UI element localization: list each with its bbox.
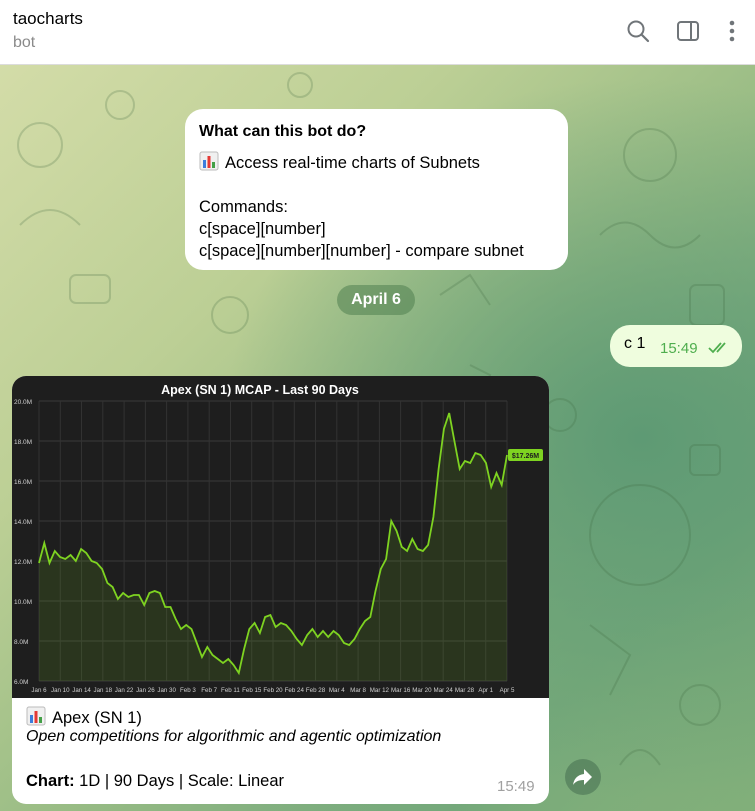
x-tick-label: Jan 18 bbox=[94, 687, 113, 694]
y-tick-label: 6.0M bbox=[14, 679, 28, 686]
search-icon[interactable] bbox=[625, 18, 651, 44]
read-checkmarks-icon bbox=[708, 342, 726, 354]
y-tick-label: 8.0M bbox=[14, 639, 28, 646]
more-vertical-icon[interactable] bbox=[719, 18, 745, 44]
outgoing-text: c 1 bbox=[624, 335, 646, 352]
x-tick-label: Jan 26 bbox=[136, 687, 155, 694]
x-tick-label: Mar 24 bbox=[434, 687, 454, 694]
y-tick-label: 10.0M bbox=[14, 599, 32, 606]
x-tick-label: Mar 8 bbox=[350, 687, 366, 694]
x-tick-label: Feb 28 bbox=[306, 687, 326, 694]
x-tick-label: Jan 22 bbox=[115, 687, 134, 694]
bar-chart-icon bbox=[26, 706, 46, 726]
x-tick-label: Jan 30 bbox=[157, 687, 176, 694]
y-tick-label: 18.0M bbox=[14, 439, 32, 446]
chat-subtitle: bot bbox=[13, 34, 36, 51]
message-title: Apex (SN 1) bbox=[26, 706, 142, 728]
chat-header: taocharts bot bbox=[0, 0, 755, 65]
last-value-label: $17.26M bbox=[512, 453, 539, 460]
x-tick-label: Feb 15 bbox=[242, 687, 262, 694]
meta-label: Chart: bbox=[26, 772, 75, 790]
x-tick-label: Mar 28 bbox=[455, 687, 475, 694]
bot-chart-message: Apex (SN 1) MCAP - Last 90 Days 6.0M 8.0M… bbox=[12, 376, 549, 804]
message-description: Open competitions for algorithmic and ag… bbox=[26, 728, 442, 745]
chat-background: What can this bot do? Access real-time c… bbox=[0, 65, 755, 811]
y-tick-label: 12.0M bbox=[14, 559, 32, 566]
forward-button[interactable] bbox=[565, 759, 601, 795]
y-tick-label: 14.0M bbox=[14, 519, 32, 526]
x-tick-label: Feb 7 bbox=[201, 687, 217, 694]
x-tick-label: Feb 20 bbox=[263, 687, 283, 694]
mcap-chart[interactable]: Apex (SN 1) MCAP - Last 90 Days 6.0M 8.0M… bbox=[12, 376, 549, 698]
info-heading: What can this bot do? bbox=[199, 123, 367, 140]
x-tick-label: Feb 3 bbox=[180, 687, 196, 694]
x-tick-label: Mar 4 bbox=[329, 687, 345, 694]
sidebar-toggle-icon[interactable] bbox=[675, 18, 701, 44]
x-tick-label: Jan 10 bbox=[51, 687, 70, 694]
x-tick-label: Jan 14 bbox=[72, 687, 91, 694]
x-tick-label: Jan 6 bbox=[31, 687, 47, 694]
message-time: 15:49 bbox=[497, 778, 535, 795]
message-meta: Chart: 1D | 90 Days | Scale: Linear bbox=[26, 772, 284, 791]
outgoing-time: 15:49 bbox=[660, 340, 698, 357]
bar-chart-icon bbox=[199, 151, 219, 171]
x-tick-label: Feb 24 bbox=[285, 687, 305, 694]
outgoing-message[interactable]: c 1 15:49 bbox=[610, 325, 742, 367]
info-feature: Access real-time charts of Subnets bbox=[199, 151, 554, 174]
x-tick-label: Mar 20 bbox=[412, 687, 432, 694]
x-tick-label: Apr 1 bbox=[478, 687, 493, 694]
chat-title[interactable]: taocharts bbox=[13, 9, 83, 29]
message-title-text: Apex (SN 1) bbox=[52, 709, 142, 727]
y-tick-label: 20.0M bbox=[14, 399, 32, 406]
bot-info-card: What can this bot do? Access real-time c… bbox=[185, 109, 568, 270]
chart-title: Apex (SN 1) MCAP - Last 90 Days bbox=[161, 383, 359, 397]
forward-icon bbox=[573, 769, 592, 785]
commands-label: Commands: bbox=[199, 198, 288, 216]
x-tick-label: Mar 12 bbox=[370, 687, 390, 694]
command-2: c[space][number][number] - compare subne… bbox=[199, 242, 524, 260]
date-separator: April 6 bbox=[337, 285, 415, 315]
y-tick-label: 16.0M bbox=[14, 479, 32, 486]
info-feature-text: Access real-time charts of Subnets bbox=[225, 154, 480, 172]
x-tick-label: Apr 5 bbox=[500, 687, 515, 694]
x-tick-label: Mar 16 bbox=[391, 687, 411, 694]
command-1: c[space][number] bbox=[199, 220, 326, 238]
meta-value: 1D | 90 Days | Scale: Linear bbox=[74, 772, 285, 790]
x-tick-label: Feb 11 bbox=[221, 687, 240, 694]
